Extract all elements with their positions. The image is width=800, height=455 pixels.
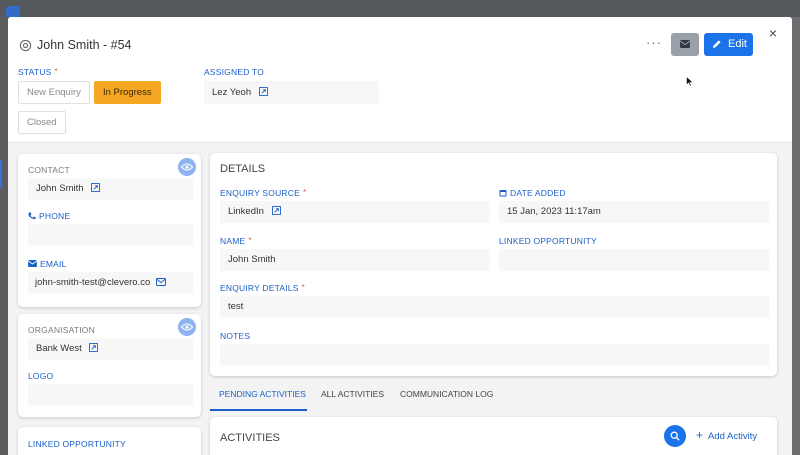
linked-opportunity-field[interactable] [499, 249, 769, 271]
linked-opportunity-card: LINKED OPPORTUNITY [18, 427, 201, 455]
close-button[interactable]: × [766, 26, 780, 40]
external-link-icon[interactable] [271, 206, 281, 215]
lead-modal: John Smith - #54 ··· Edit × STATUS * New … [8, 17, 792, 455]
contact-name-value: John Smith [36, 183, 84, 194]
background-topbar [0, 0, 800, 17]
email-value: john-smith-test@clevero.co [35, 277, 151, 288]
eye-icon [181, 163, 193, 171]
search-activities-button[interactable] [664, 425, 686, 447]
date-added-field[interactable]: 15 Jan, 2023 11:17am [499, 201, 769, 223]
pencil-icon [713, 40, 721, 48]
logo-field[interactable] [28, 384, 193, 406]
send-email-icon[interactable] [155, 278, 166, 286]
add-activity-button[interactable]: + Add Activity [696, 428, 757, 442]
eye-icon [181, 323, 193, 331]
logo-label: LOGO [28, 371, 54, 381]
status-option-new-enquiry[interactable]: New Enquiry [18, 81, 90, 104]
mouse-cursor-icon [686, 76, 694, 87]
phone-field[interactable] [28, 224, 193, 246]
contact-card: CONTACT John Smith PHONE EMAIL john-smit… [18, 154, 201, 307]
enquiry-source-field[interactable]: LinkedIn [220, 201, 490, 223]
external-link-icon[interactable] [89, 343, 99, 352]
sidebar-active-indicator [0, 160, 2, 188]
email-field[interactable]: john-smith-test@clevero.co [28, 272, 193, 294]
external-link-icon[interactable] [258, 87, 268, 96]
status-option-in-progress[interactable]: In Progress [94, 81, 161, 104]
activities-title: ACTIVITIES [220, 432, 280, 444]
enquiry-details-label: ENQUIRY DETAILS * [220, 283, 305, 293]
organisation-name-field[interactable]: Bank West [28, 338, 193, 360]
name-field[interactable]: John Smith [220, 249, 490, 271]
external-link-icon[interactable] [91, 183, 101, 192]
details-card: DETAILS ENQUIRY SOURCE * LinkedIn DATE AD… [210, 153, 777, 376]
status-option-closed[interactable]: Closed [18, 111, 66, 134]
details-title: DETAILS [220, 163, 266, 175]
date-added-label: DATE ADDED [499, 188, 566, 198]
assigned-to-value: Lez Yeoh [212, 87, 252, 98]
modal-header: John Smith - #54 ··· Edit × STATUS * New … [8, 17, 792, 143]
view-contact-button[interactable] [178, 158, 196, 176]
contact-section-label: CONTACT [28, 165, 70, 175]
email-label: EMAIL [27, 259, 67, 269]
organisation-name-value: Bank West [36, 343, 82, 354]
calendar-icon [499, 190, 507, 197]
linked-opportunity-card-label: LINKED OPPORTUNITY [28, 439, 126, 449]
lead-record-icon [19, 39, 32, 52]
phone-label: PHONE [28, 211, 70, 221]
envelope-icon [680, 40, 690, 48]
modal-title: John Smith - #54 [37, 38, 132, 52]
activities-card: ACTIVITIES + Add Activity [210, 417, 777, 455]
enquiry-source-value: LinkedIn [228, 206, 264, 217]
assigned-to-label: ASSIGNED TO [204, 67, 264, 77]
linked-opportunity-label: LINKED OPPORTUNITY [499, 236, 597, 246]
status-label: STATUS * [18, 67, 58, 77]
add-activity-label: Add Activity [708, 431, 758, 442]
phone-icon [28, 212, 36, 220]
enquiry-details-field[interactable]: test [220, 296, 769, 318]
tab-communication-log[interactable]: COMMUNICATION LOG [400, 389, 493, 411]
search-icon [670, 431, 680, 441]
name-label: NAME * [220, 236, 252, 246]
envelope-icon [27, 260, 38, 267]
more-options-button[interactable]: ··· [645, 36, 663, 54]
enquiry-source-label: ENQUIRY SOURCE * [220, 188, 307, 198]
contact-name-field[interactable]: John Smith [28, 178, 193, 200]
edit-button[interactable]: Edit [704, 33, 753, 56]
assigned-to-field[interactable]: Lez Yeoh [204, 81, 379, 104]
view-organisation-button[interactable] [178, 318, 196, 336]
notes-label: NOTES [220, 331, 251, 341]
tab-all-activities[interactable]: ALL ACTIVITIES [321, 389, 384, 411]
plus-icon: + [696, 428, 704, 442]
organisation-section-label: ORGANISATION [28, 325, 95, 335]
tab-pending-activities[interactable]: PENDING ACTIVITIES [210, 389, 307, 411]
organisation-card: ORGANISATION Bank West LOGO [18, 314, 201, 417]
edit-button-label: Edit [728, 38, 747, 50]
notes-field[interactable] [220, 344, 769, 366]
email-button[interactable] [671, 33, 699, 56]
